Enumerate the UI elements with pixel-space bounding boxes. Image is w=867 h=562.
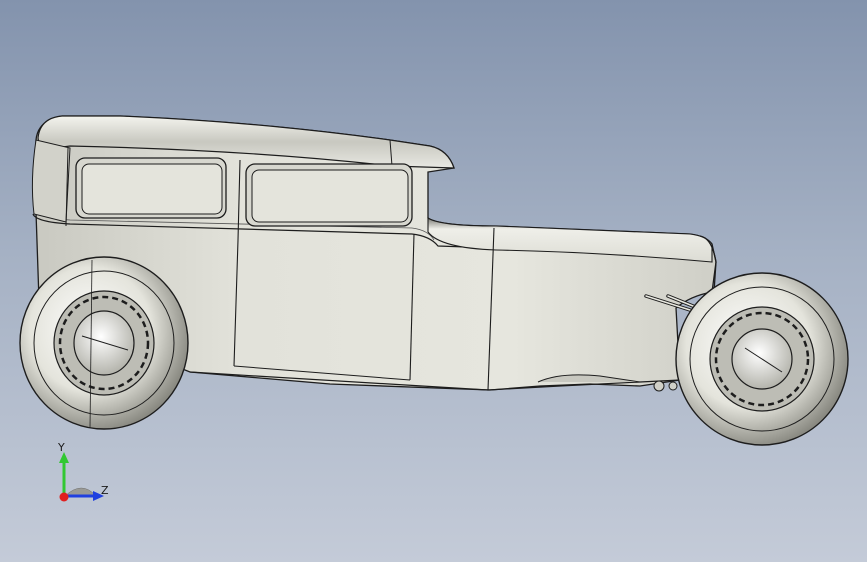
view-orientation-triad-icon	[59, 452, 104, 502]
hot-rod-car-model[interactable]	[0, 0, 867, 562]
triad-y-label: Y	[58, 441, 65, 454]
view-orientation-triad[interactable]: Y Z	[40, 438, 130, 518]
front-wheel[interactable]	[675, 272, 849, 446]
graphics-viewport[interactable]: Y Z	[0, 0, 867, 562]
rear-wheel[interactable]	[19, 256, 189, 430]
triad-z-label: Z	[101, 484, 109, 497]
